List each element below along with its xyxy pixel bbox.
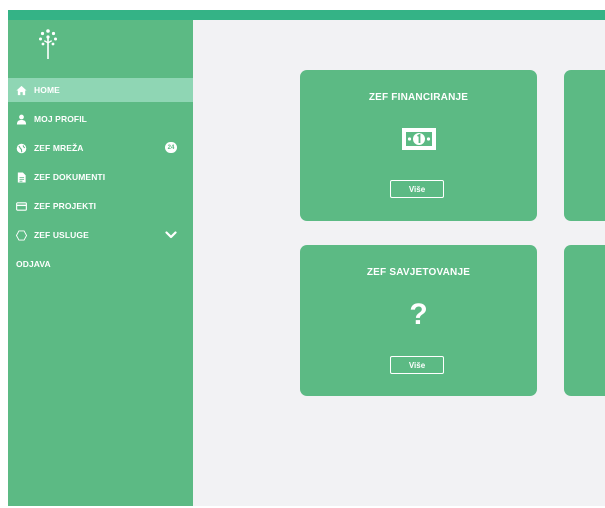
more-button[interactable]: Više [390, 180, 444, 198]
sidebar-item-label: ZEF USLUGE [34, 230, 89, 240]
hexagon-icon [16, 229, 27, 241]
notification-badge: 24 [165, 142, 177, 153]
logout-link[interactable]: ODJAVA [8, 252, 193, 276]
card-partial-right-top [564, 70, 605, 221]
sidebar: HOME MOJ PROFIL ZEF MREŽA 24 ZEF DOKUMEN… [8, 20, 193, 506]
card-partial-right-bottom [564, 245, 605, 396]
card-title: ZEF FINANCIRANJE [368, 92, 469, 103]
sidebar-item-label: ZEF DOKUMENTI [34, 172, 106, 182]
home-icon [16, 85, 27, 96]
more-button[interactable]: Više [390, 356, 444, 374]
sidebar-item-projects[interactable]: ZEF PROJEKTI [8, 194, 193, 218]
top-accent-bar [8, 10, 605, 20]
sidebar-item-services[interactable]: ZEF USLUGE [8, 223, 193, 247]
card-financing: ZEF FINANCIRANJE Više [300, 70, 537, 221]
sidebar-nav: HOME MOJ PROFIL ZEF MREŽA 24 ZEF DOKUMEN… [8, 78, 193, 281]
question-icon: ? [409, 298, 428, 331]
tree-icon[interactable] [36, 28, 60, 60]
user-icon [16, 114, 27, 125]
card-icon [16, 201, 27, 212]
sidebar-item-label: ZEF MREŽA [34, 143, 84, 153]
globe-icon [16, 143, 27, 154]
sidebar-item-documents[interactable]: ZEF DOKUMENTI [8, 165, 193, 189]
banknote-icon [401, 128, 436, 150]
sidebar-item-label: HOME [34, 85, 60, 95]
logout-label: ODJAVA [16, 259, 51, 269]
sidebar-item-label: MOJ PROFIL [34, 114, 87, 124]
chevron-down-icon[interactable] [165, 230, 177, 240]
sidebar-item-home[interactable]: HOME [8, 78, 193, 102]
document-icon [16, 171, 27, 183]
main-content: ZEF FINANCIRANJE Više ZEF SAVJETOVANJE ?… [193, 20, 605, 506]
sidebar-item-profile[interactable]: MOJ PROFIL [8, 107, 193, 131]
card-title: ZEF SAVJETOVANJE [366, 267, 471, 278]
sidebar-item-network[interactable]: ZEF MREŽA 24 [8, 136, 193, 160]
sidebar-item-label: ZEF PROJEKTI [34, 201, 97, 211]
card-consulting: ZEF SAVJETOVANJE ? Više [300, 245, 537, 396]
